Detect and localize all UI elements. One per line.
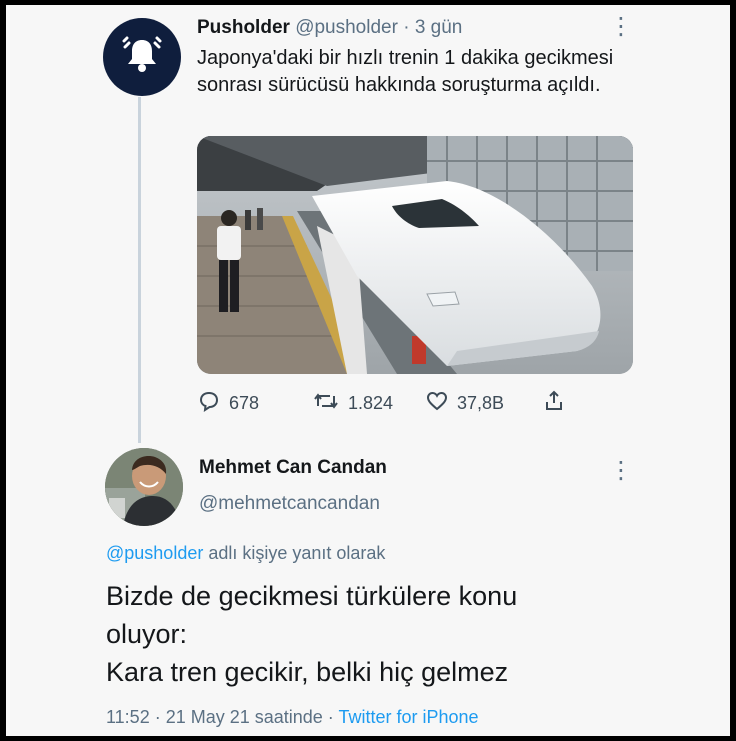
- retweet-count: 1.824: [348, 393, 394, 413]
- reply-more-options-icon[interactable]: ⋮: [609, 459, 633, 483]
- share-icon: [542, 389, 566, 418]
- reply-text-line: Kara tren gecikir, belki hiç gelmez: [106, 657, 509, 687]
- reply-timestamp[interactable]: 11:52 · 21 May 21 saatinde ·: [106, 707, 338, 727]
- bell-icon: [121, 34, 163, 81]
- tweet-author-name[interactable]: Pusholder: [197, 17, 290, 38]
- retweet-icon: [312, 389, 340, 418]
- like-count: 37,8B: [457, 393, 505, 413]
- reply-text-line: Bizde de gecikmesi türkülere konu: [106, 581, 518, 611]
- screenshot-frame: Pusholder @pusholder · 3 gün ⋮ Japonya'd…: [6, 5, 730, 736]
- tweet-separator: ·: [403, 17, 410, 38]
- pusholder-avatar[interactable]: [103, 18, 181, 96]
- tweet-age[interactable]: 3 gün: [415, 17, 463, 38]
- train-photo[interactable]: [197, 136, 633, 374]
- tweet-text: Japonya'daki bir hızlı trenin 1 dakika g…: [197, 47, 614, 96]
- like-action[interactable]: 37,8B: [425, 389, 504, 418]
- reply-author-name[interactable]: Mehmet Can Candan: [199, 457, 387, 479]
- reply-meta: 11:52 · 21 May 21 saatinde · Twitter for…: [106, 707, 479, 728]
- reply-source[interactable]: Twitter for iPhone: [338, 707, 478, 727]
- reply-context-mention[interactable]: @pusholder: [106, 543, 203, 563]
- tweet-actions: 678 1.824 37,8B: [197, 389, 617, 417]
- reply-author-handle[interactable]: @mehmetcancandan: [199, 493, 380, 515]
- reply-icon: [197, 389, 221, 418]
- mehmet-avatar[interactable]: [105, 448, 183, 526]
- tweet-author-handle[interactable]: @pusholder: [295, 17, 398, 38]
- reply-text-line: oluyor:: [106, 619, 188, 649]
- share-action[interactable]: [542, 389, 566, 418]
- reply-context-text: adlı kişiye yanıt olarak: [203, 543, 386, 563]
- reply-context: @pusholder adlı kişiye yanıt olarak: [106, 543, 385, 564]
- tweet-header: Pusholder @pusholder · 3 gün: [197, 17, 462, 39]
- retweet-action[interactable]: 1.824: [312, 389, 393, 418]
- reply-text: Bizde de gecikmesi türkülere konu oluyor…: [106, 577, 706, 691]
- reply-count: 678: [229, 393, 260, 413]
- more-options-icon[interactable]: ⋮: [609, 15, 633, 39]
- reply-action[interactable]: 678: [197, 389, 259, 418]
- thread-line: [138, 97, 141, 443]
- like-icon: [425, 389, 449, 418]
